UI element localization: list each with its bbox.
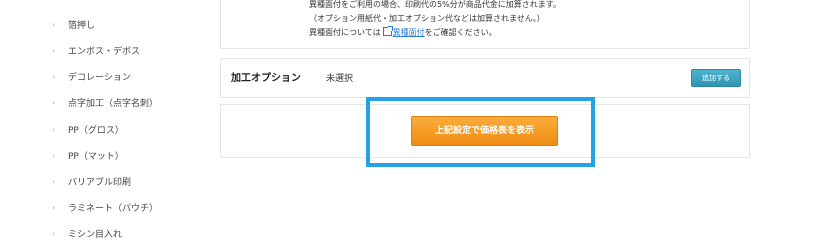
sidebar-item-perforation[interactable]: › ミシン目入れ [52, 225, 122, 241]
imposition-notice: 異種面付をご利用の場合、印刷代の5%分が商品代金に加算されます。 （オプション用… [220, 0, 750, 49]
notice-text: 異種面付については [309, 28, 381, 37]
sidebar-item-emboss-deboss[interactable]: › エンボス・デボス [52, 42, 140, 58]
chevron-right-icon: › [52, 19, 56, 29]
notice-line: 異種面付については 異種面付をご確認ください。 [309, 26, 497, 38]
chevron-right-icon: › [52, 150, 56, 160]
chevron-right-icon: › [52, 202, 56, 212]
sidebar-item-foil-stamping[interactable]: › 箔押し [52, 16, 95, 32]
sidebar-item-laminate[interactable]: › ラミネート（パウチ） [52, 199, 158, 215]
sidebar-item-label: エンボス・デボス [68, 46, 141, 57]
sidebar-item-label: デコレーション [68, 72, 131, 83]
sidebar-item-label: ミシン目入れ [68, 229, 123, 240]
sidebar-item-braille[interactable]: › 点字加工（点字名刺） [52, 94, 158, 110]
sidebar-item-pp-matte[interactable]: › PP（マット） [52, 147, 124, 163]
sidebar: › 箔押し › エンボス・デボス › デコレーション › 点字加工（点字名刺） … [0, 0, 200, 242]
sidebar-item-label: ラミネート（パウチ） [68, 203, 159, 214]
processing-option-row: 加工オプション 未選択 追加する [220, 58, 750, 98]
notice-line: （オプション用紙代・加工オプション代などは加算されません。） [309, 14, 545, 23]
notice-line: 異種面付をご利用の場合、印刷代の5%分が商品代金に加算されます。 [309, 0, 561, 9]
external-link-icon [382, 26, 393, 36]
sidebar-item-label: PP（グロス） [68, 125, 124, 136]
sidebar-item-label: バリアブル印刷 [68, 177, 132, 188]
chevron-right-icon: › [52, 45, 56, 55]
sidebar-item-label: PP（マット） [68, 151, 124, 162]
imposition-link[interactable]: 異種面付 [393, 28, 425, 37]
show-price-table-button[interactable]: 上記設定で価格表を表示 [411, 116, 558, 146]
add-option-button[interactable]: 追加する [691, 69, 741, 87]
chevron-right-icon: › [52, 228, 56, 238]
chevron-right-icon: › [52, 71, 56, 81]
sidebar-item-label: 箔押し [68, 20, 96, 31]
page: › 箔押し › エンボス・デボス › デコレーション › 点字加工（点字名刺） … [0, 0, 840, 242]
processing-option-value: 未選択 [326, 74, 354, 84]
chevron-right-icon: › [52, 124, 56, 134]
chevron-right-icon: › [52, 176, 56, 186]
sidebar-item-variable-print[interactable]: › バリアブル印刷 [52, 173, 131, 189]
chevron-right-icon: › [52, 97, 56, 107]
processing-option-title: 加工オプション [231, 73, 301, 84]
sidebar-item-decoration[interactable]: › デコレーション [52, 68, 131, 84]
sidebar-item-label: 点字加工（点字名刺） [68, 98, 159, 109]
notice-text: をご確認ください。 [424, 28, 497, 37]
sidebar-item-pp-gloss[interactable]: › PP（グロス） [52, 121, 124, 137]
